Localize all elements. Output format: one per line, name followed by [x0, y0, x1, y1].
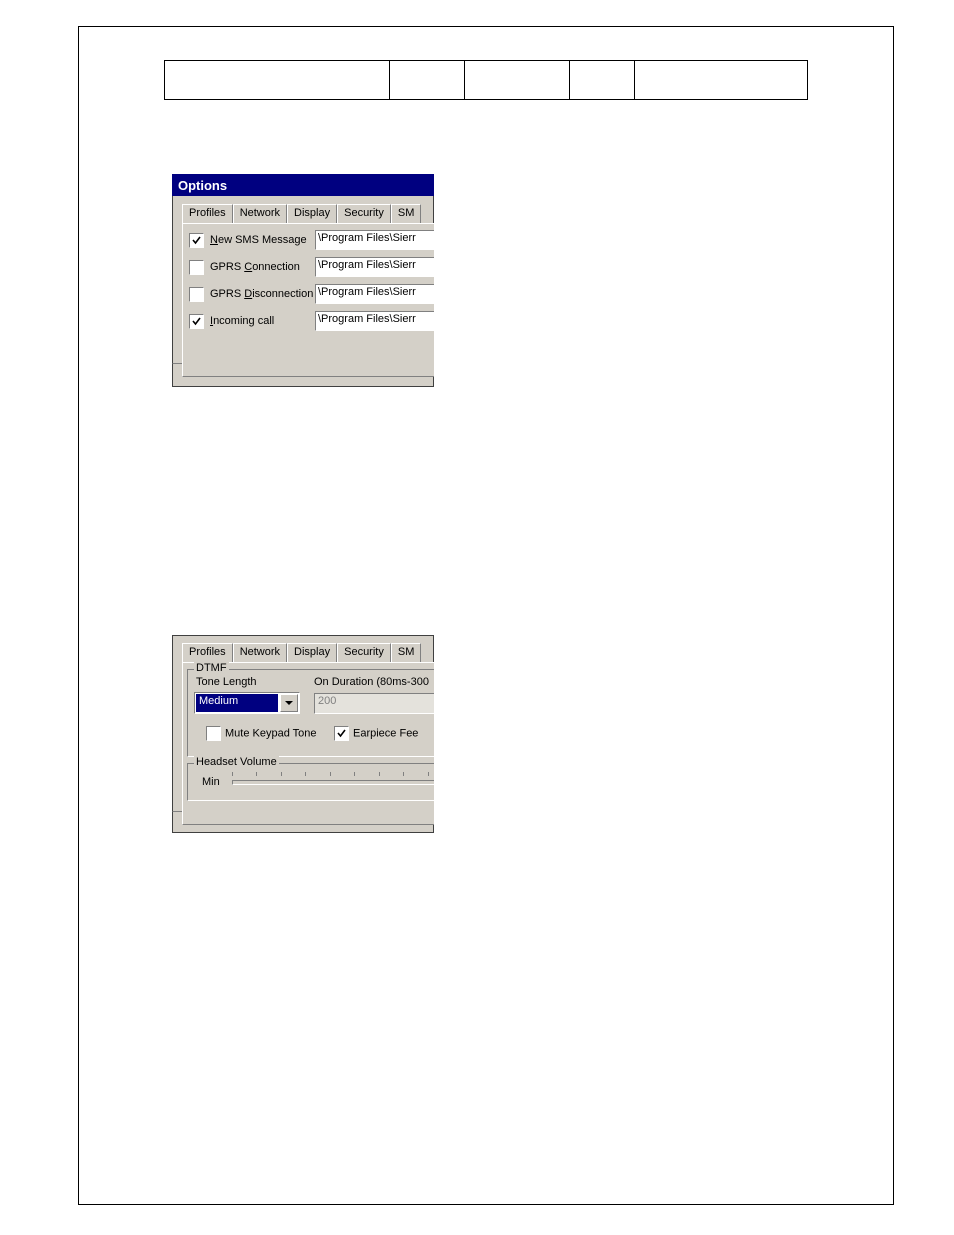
sounds-dialog-screenshot: Profiles Network Display Security SM DTM… [172, 635, 434, 833]
label-on-duration: On Duration (80ms-300 [314, 676, 429, 688]
chevron-down-icon[interactable] [280, 694, 298, 712]
check-icon [191, 316, 202, 327]
label-min: Min [202, 776, 220, 788]
tab-network[interactable]: Network [233, 204, 287, 223]
slider-headset-volume[interactable] [232, 772, 434, 788]
slider-track [232, 780, 434, 785]
checkbox-gprs-conn[interactable] [189, 260, 204, 275]
tab-security[interactable]: Security [337, 204, 391, 223]
tab2-network[interactable]: Network [233, 643, 287, 662]
sounds-tab-body: DTMF Tone Length On Duration (80ms-300 M… [182, 662, 434, 825]
input-on-duration[interactable]: 200 [314, 693, 434, 714]
legend-dtmf: DTMF [194, 662, 229, 674]
check-icon [336, 728, 347, 739]
checkbox-mute-keypad[interactable] [206, 726, 221, 741]
checkbox-gprs-disc[interactable] [189, 287, 204, 302]
slider-ticks [232, 772, 434, 778]
path-incoming-call[interactable]: \Program Files\Sierr [315, 311, 434, 331]
checkbox-new-sms[interactable] [189, 233, 204, 248]
options-tab-body: New SMS Message \Program Files\Sierr GPR… [182, 223, 434, 377]
dropdown-tone-length-value: Medium [196, 694, 278, 712]
cell-2 [390, 61, 465, 99]
cell-1 [165, 61, 390, 99]
tab2-profiles[interactable]: Profiles [182, 643, 233, 662]
label-gprs-conn: GPRS Connection [210, 261, 300, 273]
cell-5 [635, 61, 807, 99]
options-title: Options [178, 178, 227, 193]
options-titlebar: Options [172, 174, 434, 196]
label-gprs-disc: GPRS Disconnection [210, 288, 313, 300]
row-new-sms: New SMS Message \Program Files\Sierr [189, 230, 434, 250]
options-tabstrip: Profiles Network Display Security SM [182, 204, 421, 223]
path-new-sms[interactable]: \Program Files\Sierr [315, 230, 434, 250]
option-mute-keypad[interactable]: Mute Keypad Tone [206, 726, 317, 741]
cell-4 [570, 61, 635, 99]
option-earpiece-feedback[interactable]: Earpiece Fee [334, 726, 418, 741]
tab-sm[interactable]: SM [391, 204, 422, 223]
dropdown-tone-length[interactable]: Medium [194, 692, 300, 714]
checkbox-earpiece-feedback[interactable] [334, 726, 349, 741]
options-dialog-screenshot: Options Profiles Network Display Securit… [172, 174, 434, 387]
tab2-sm[interactable]: SM [391, 643, 422, 662]
group-headset-volume: Headset Volume Min [187, 763, 434, 801]
header-cells [164, 60, 808, 100]
label-new-sms: New SMS Message [210, 234, 307, 246]
sounds-tabstrip: Profiles Network Display Security SM [182, 643, 421, 662]
group-dtmf: DTMF Tone Length On Duration (80ms-300 M… [187, 669, 434, 757]
label-tone-length: Tone Length [196, 676, 257, 688]
tab-profiles[interactable]: Profiles [182, 204, 233, 223]
label-incoming-call: Incoming call [210, 315, 274, 327]
tab-display[interactable]: Display [287, 204, 337, 223]
path-gprs-disc[interactable]: \Program Files\Sierr [315, 284, 434, 304]
legend-headset-volume: Headset Volume [194, 756, 279, 768]
path-gprs-conn[interactable]: \Program Files\Sierr [315, 257, 434, 277]
tab2-security[interactable]: Security [337, 643, 391, 662]
row-incoming-call: Incoming call \Program Files\Sierr [189, 311, 434, 331]
tab2-display[interactable]: Display [287, 643, 337, 662]
row-gprs-conn: GPRS Connection \Program Files\Sierr [189, 257, 434, 277]
check-icon [191, 235, 202, 246]
checkbox-incoming-call[interactable] [189, 314, 204, 329]
row-gprs-disc: GPRS Disconnection \Program Files\Sierr [189, 284, 434, 304]
cell-3 [465, 61, 570, 99]
